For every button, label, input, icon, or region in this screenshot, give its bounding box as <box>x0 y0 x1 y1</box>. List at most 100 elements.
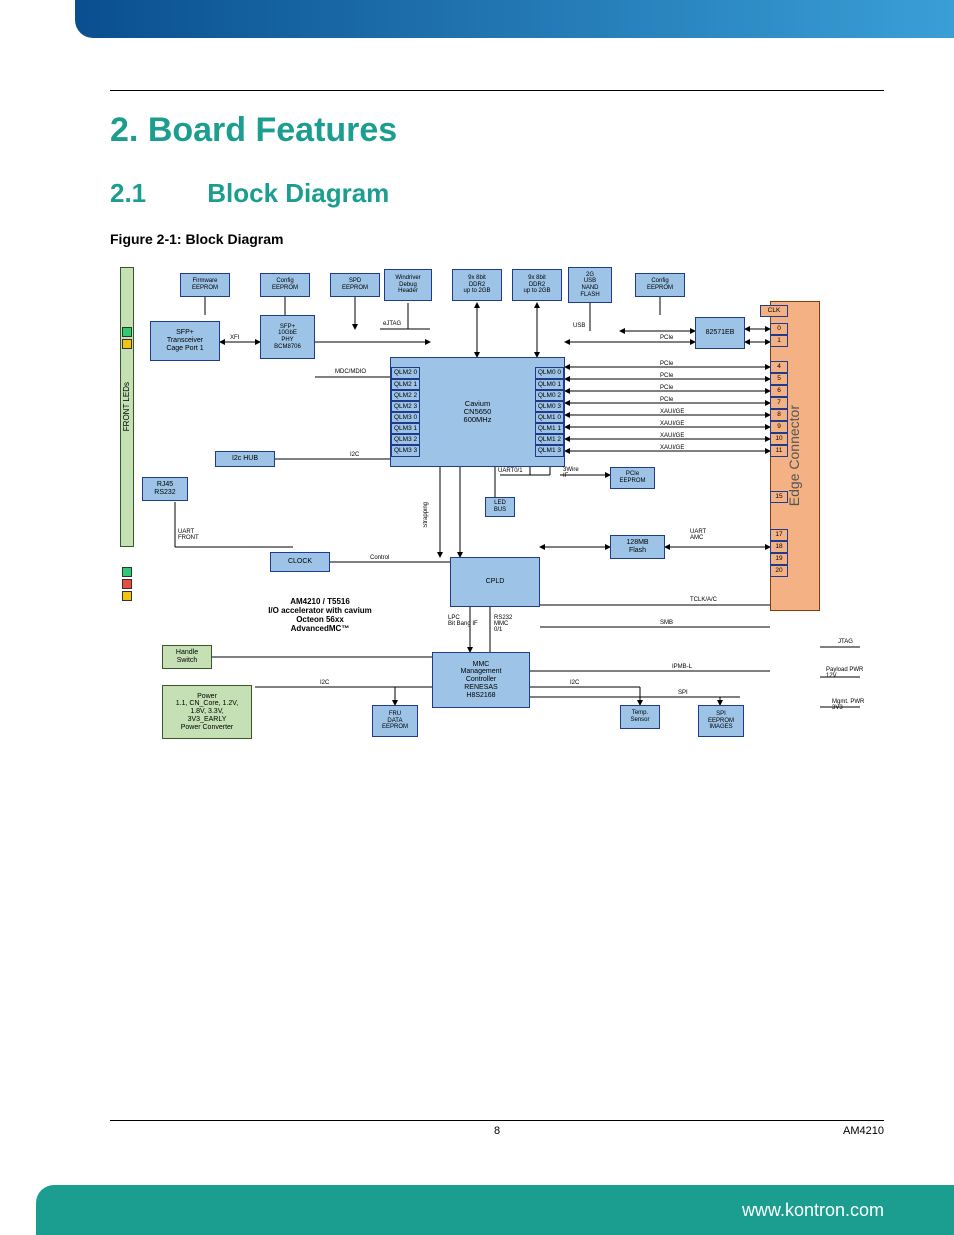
edge-pin: 7 <box>770 397 788 409</box>
label-lpc: LPC Bit Bang IF <box>448 615 478 627</box>
doc-id: AM4210 <box>843 1125 884 1137</box>
qlm-cell: QLM3 2 <box>391 434 420 445</box>
qlm-cell: QLM2 3 <box>391 401 420 412</box>
page-number: 8 <box>494 1125 500 1137</box>
label-mdcmdio: MDC/MDIO <box>335 369 366 375</box>
figure-caption: Figure 2-1: Block Diagram <box>110 231 884 247</box>
label-uart01: UART0/1 <box>498 468 523 474</box>
qlm-left-bank: QLM2 0QLM2 1QLM2 2QLM2 3QLM3 0QLM3 1QLM3… <box>391 367 420 456</box>
lane-label: PCIe <box>660 385 673 391</box>
edge-pin: 17 <box>770 529 788 541</box>
qlm-cell: QLM1 2 <box>535 434 564 445</box>
block-82571eb: 82571EB <box>695 317 745 349</box>
block-sfp-phy: SFP+ 10GbE PHY BCM8706 <box>260 315 315 359</box>
label-jtag: JTAG <box>838 639 853 645</box>
block-mmc: MMC Management Controller RENESAS H8S216… <box>432 652 530 708</box>
led-yellow <box>122 339 132 349</box>
edge-pin-clk: CLK <box>760 305 788 317</box>
qlm-cell: QLM3 0 <box>391 412 420 423</box>
lane-label: XAUI/GE <box>660 445 684 451</box>
qlm-right-bank: QLM0 0QLM0 1QLM0 2QLM0 3QLM1 0QLM1 1QLM1… <box>535 367 564 456</box>
label-control: Control <box>370 555 389 561</box>
block-ddr2-left: 9x 8bit DDR2 up to 2GB <box>452 269 502 301</box>
label-usb: USB <box>573 323 585 329</box>
label-uart-front: UART FRONT <box>178 529 199 541</box>
edge-pin: 8 <box>770 409 788 421</box>
block-cpu: QLM2 0QLM2 1QLM2 2QLM2 3QLM3 0QLM3 1QLM3… <box>390 357 565 467</box>
qlm-cell: QLM3 1 <box>391 423 420 434</box>
label-xfi: XFI <box>230 335 239 341</box>
block-clock: CLOCK <box>270 552 330 572</box>
bottom-banner: www.kontron.com <box>36 1185 954 1235</box>
edge-pin: 19 <box>770 553 788 565</box>
edge-pin: 9 <box>770 421 788 433</box>
block-cpld: CPLD <box>450 557 540 607</box>
edge-pin: 1 <box>770 335 788 347</box>
lane-label: PCIe <box>660 397 673 403</box>
label-rs232: RS232 MMC 0/1 <box>494 615 512 633</box>
block-windriver-debug: Windriver Debug Header <box>384 269 432 301</box>
block-temp-sensor: Temp. Sensor <box>620 705 660 729</box>
block-spd-eeprom: SPD EEPROM <box>330 273 380 297</box>
label-ejtag: eJTAG <box>383 321 401 327</box>
qlm-cell: QLM2 1 <box>391 379 420 390</box>
edge-pin: 18 <box>770 541 788 553</box>
edge-pin: 10 <box>770 433 788 445</box>
block-128mb-flash: 128MB Flash <box>610 535 665 559</box>
lane-label: XAUI/GE <box>660 433 684 439</box>
lane-label: XAUI/GE <box>660 409 684 415</box>
qlm-cell: QLM0 3 <box>535 401 564 412</box>
qlm-cell: QLM2 0 <box>391 367 420 378</box>
section-title: Block Diagram <box>207 178 389 208</box>
label-3wire: 3Wire IF <box>563 467 579 479</box>
block-fru-eeprom: FRU DATA EEPROM <box>372 705 418 737</box>
qlm-cell: QLM0 2 <box>535 390 564 401</box>
led-green2 <box>122 567 132 577</box>
label-mgmt-pwr: Mgmt. PWR 3V3 <box>832 699 864 711</box>
lane-label: PCIe <box>660 373 673 379</box>
block-pcie-eeprom: PCIe EEPROM <box>610 467 655 489</box>
edge-pin: 6 <box>770 385 788 397</box>
block-nand-flash: 2G USB NAND FLASH <box>568 267 612 303</box>
block-handle-switch: Handle Switch <box>162 645 212 669</box>
section-number: 2.1 <box>110 178 200 209</box>
label-pcie: PCIe <box>660 335 673 341</box>
front-panel: FRONT LEDs <box>120 267 134 547</box>
diagram-title-block: AM4210 / T5516 I/O accelerator with cavi… <box>245 597 395 633</box>
chapter-heading: 2. Board Features <box>110 111 884 150</box>
top-banner <box>75 0 954 38</box>
led-red <box>122 579 132 589</box>
label-payload-pwr: Payload PWR 12V <box>826 667 863 679</box>
edge-pin: 20 <box>770 565 788 577</box>
block-diagram: FRONT LEDs Firmware EEPROM Config EEPROM… <box>120 267 890 767</box>
chapter-title: Board Features <box>148 111 397 149</box>
block-config-eeprom-right: Config EEPROM <box>635 273 685 297</box>
block-rj45: RJ45 RS232 <box>142 477 188 501</box>
label-spi: SPI <box>678 690 688 696</box>
label-i2c-b2: I2C <box>570 680 579 686</box>
block-firmware-eeprom: Firmware EEPROM <box>180 273 230 297</box>
lane-label: XAUI/GE <box>660 421 684 427</box>
block-config-eeprom-left: Config EEPROM <box>260 273 310 297</box>
label-uart-amc: UART AMC <box>690 529 706 541</box>
block-spi-eeprom: SPI EEPROM IMAGES <box>698 705 744 737</box>
front-leds-label: FRONT LEDs <box>123 382 132 431</box>
label-i2c: I2C <box>350 452 359 458</box>
qlm-cell: QLM1 0 <box>535 412 564 423</box>
label-tclk: TCLK/A/C <box>690 597 717 603</box>
label-i2c-b1: I2C <box>320 680 329 686</box>
cpu-core-label: Cavium CN5650 600MHz <box>464 400 492 425</box>
block-sfp-cage: SFP+ Transceiver Cage Port 1 <box>150 321 220 361</box>
document-content: 2. Board Features 2.1 Block Diagram Figu… <box>110 90 884 767</box>
block-ddr2-right: 9x 8bit DDR2 up to 2GB <box>512 269 562 301</box>
block-power: Power 1.1, CN_Core, 1.2V, 1.8V, 3.3V, 3V… <box>162 685 252 739</box>
edge-pin: 0 <box>770 323 788 335</box>
qlm-cell: QLM0 1 <box>535 379 564 390</box>
edge-pin: 11 <box>770 445 788 457</box>
label-smb: SMB <box>660 620 673 626</box>
edge-connector-label: Edge Connector <box>787 405 802 506</box>
page-footer: 8 AM4210 <box>110 1120 884 1137</box>
footer-url[interactable]: www.kontron.com <box>742 1200 884 1221</box>
edge-pin: 5 <box>770 373 788 385</box>
qlm-cell: QLM1 3 <box>535 445 564 456</box>
